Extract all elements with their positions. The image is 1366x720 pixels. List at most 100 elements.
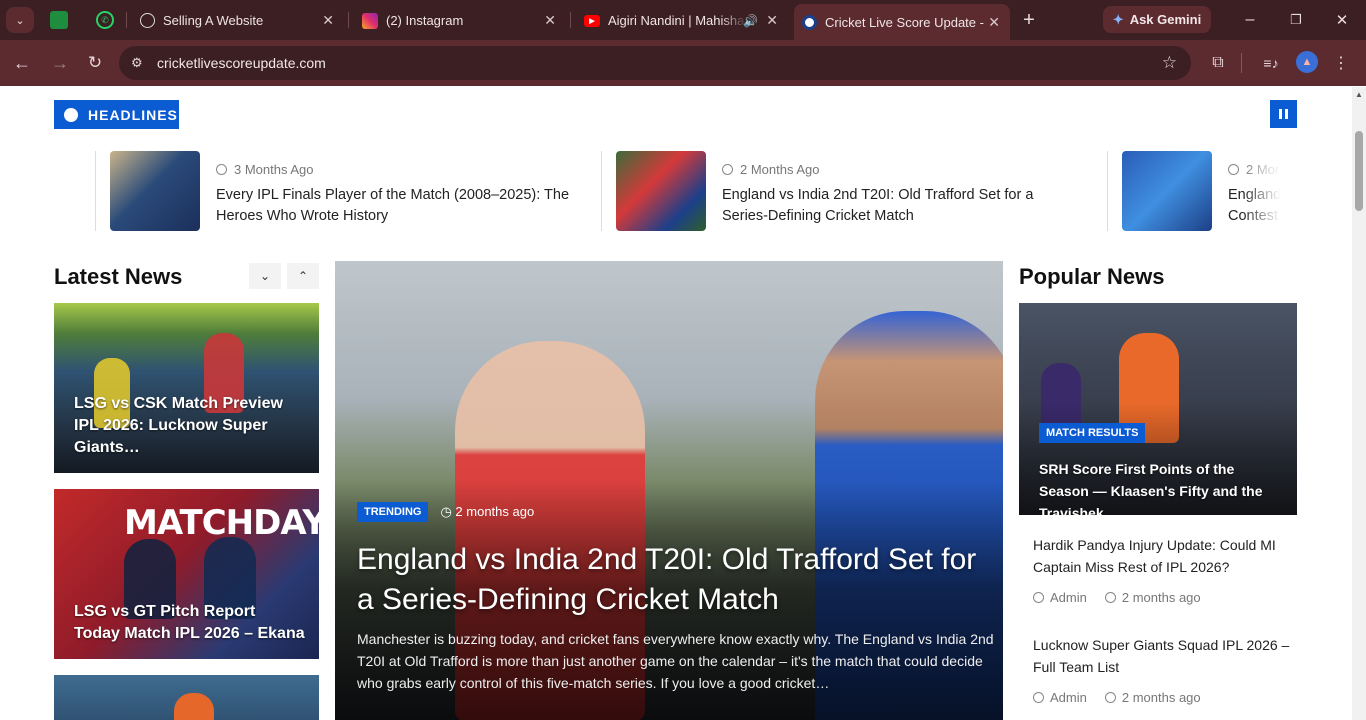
ticker-title[interactable]: Every IPL Finals Player of the Match (20… xyxy=(216,185,571,227)
url-text: cricketlivescoreupdate.com xyxy=(157,55,326,71)
scroll-up-arrow-icon[interactable]: ▲ xyxy=(1355,90,1363,99)
ticker-item[interactable]: 2 Mont England Contest a xyxy=(1122,151,1297,231)
ticker-time: 2 Months Ago xyxy=(740,162,820,177)
tab-cricket-live-score[interactable]: Cricket Live Score Update - ✕ xyxy=(794,4,1010,40)
latest-news-card[interactable] xyxy=(54,675,319,720)
back-arrow-icon[interactable]: ← xyxy=(10,51,34,75)
forward-arrow-icon[interactable]: → xyxy=(48,51,72,75)
ticker-time: 2 Mont xyxy=(1246,162,1286,177)
ticker-thumbnail xyxy=(1122,151,1212,231)
popular-item-meta: Admin 2 months ago xyxy=(1033,690,1293,705)
ticker-meta: 3 Months Ago xyxy=(216,162,571,177)
site-info-icon[interactable]: ⚙ xyxy=(131,55,143,71)
popular-item-author[interactable]: Admin xyxy=(1050,690,1087,705)
ticker-divider xyxy=(601,151,602,231)
popular-item-meta: Admin 2 months ago xyxy=(1033,590,1293,605)
featured-article[interactable]: TRENDING ◷ 2 months ago England vs India… xyxy=(335,261,1003,720)
popular-item-time: 2 months ago xyxy=(1121,590,1201,605)
user-icon xyxy=(1033,692,1044,703)
headlines-text: HEADLINES xyxy=(88,106,178,123)
youtube-icon: ▶ xyxy=(584,14,600,27)
bookmark-star-icon[interactable]: ☆ xyxy=(1162,53,1177,73)
clock-icon xyxy=(1104,592,1116,603)
tab-youtube[interactable]: ▶ Aigiri Nandini | Mahishasura 🔊 ✕ xyxy=(576,7,788,34)
tab-selling-website[interactable]: Selling A Website ✕ xyxy=(132,7,344,34)
popular-feature-card[interactable]: MATCH RESULTS SRH Score First Points of … xyxy=(1019,303,1297,515)
address-bar[interactable]: ⚙ cricketlivescoreupdate.com ☆ xyxy=(119,46,1191,80)
gemini-sparkle-icon: ✦ xyxy=(1112,11,1124,27)
ticker-thumbnail xyxy=(110,151,200,231)
page-scrollbar[interactable]: ▲ xyxy=(1352,87,1366,720)
close-icon[interactable]: ✕ xyxy=(544,12,556,29)
close-icon[interactable]: ✕ xyxy=(322,12,334,29)
toolbar-divider xyxy=(1241,53,1242,73)
latest-news-title[interactable]: LSG vs CSK Match Preview IPL 2026: Luckn… xyxy=(74,393,305,459)
ask-gemini-button[interactable]: ✦ Ask Gemini xyxy=(1103,6,1211,33)
tab-divider xyxy=(348,12,349,28)
browser-toolbar: ← → ↻ ⚙ cricketlivescoreupdate.com ☆ ⧉ ≡… xyxy=(0,40,1366,86)
close-icon[interactable]: ✕ xyxy=(988,14,1000,31)
latest-news-heading: Latest News xyxy=(54,264,183,289)
close-window-button[interactable]: ✕ xyxy=(1330,8,1354,32)
latest-news-card[interactable]: MATCHDAY LSG vs GT Pitch Report Today Ma… xyxy=(54,489,319,659)
ticker-title[interactable]: England Contest a xyxy=(1228,185,1288,231)
ticker-item[interactable]: 3 Months Ago Every IPL Finals Player of … xyxy=(110,151,571,231)
headlines-label: HEADLINES xyxy=(54,100,179,129)
new-tab-button[interactable]: + xyxy=(1018,8,1040,32)
extensions-icon[interactable]: ⧉ xyxy=(1206,51,1230,75)
tab-instagram[interactable]: (2) Instagram ✕ xyxy=(354,7,566,34)
minimize-button[interactable]: – xyxy=(1238,8,1262,32)
tab-divider xyxy=(570,12,571,28)
player-figure xyxy=(174,693,214,720)
ticker-meta: 2 Mont xyxy=(1228,162,1288,177)
clock-icon xyxy=(216,164,227,175)
ticker-divider xyxy=(95,151,96,231)
ticker-item[interactable]: 2 Months Ago England vs India 2nd T20I: … xyxy=(616,151,1077,231)
site-icon xyxy=(802,14,817,30)
reload-icon[interactable]: ↻ xyxy=(83,51,107,75)
hero-meta: TRENDING ◷ 2 months ago xyxy=(357,502,534,522)
pinned-tab-whatsapp[interactable]: ✆ xyxy=(96,11,114,29)
popular-list-item[interactable]: Hardik Pandya Injury Update: Could MI Ca… xyxy=(1033,534,1293,605)
scroll-up-button[interactable]: ⌃ xyxy=(287,263,319,289)
clock-icon xyxy=(1104,692,1116,703)
globe-icon xyxy=(64,107,78,122)
match-results-badge[interactable]: MATCH RESULTS xyxy=(1039,423,1146,443)
media-controls-icon[interactable]: ≡♪ xyxy=(1259,51,1283,75)
restore-button[interactable]: ❐ xyxy=(1284,8,1308,32)
trending-badge[interactable]: TRENDING xyxy=(357,502,429,522)
gemini-label: Ask Gemini xyxy=(1129,12,1202,27)
chatgpt-icon xyxy=(140,13,155,28)
pinned-tab-sheets[interactable] xyxy=(50,11,68,29)
close-icon[interactable]: ✕ xyxy=(766,12,778,29)
scroll-down-button[interactable]: ⌄ xyxy=(249,263,281,289)
ticker-thumbnail xyxy=(616,151,706,231)
instagram-icon xyxy=(362,12,378,29)
menu-kebab-icon[interactable]: ⋮ xyxy=(1329,51,1353,75)
popular-list-item[interactable]: Lucknow Super Giants Squad IPL 2026 – Fu… xyxy=(1033,634,1293,705)
ticker-title[interactable]: England vs India 2nd T20I: Old Trafford … xyxy=(722,185,1077,227)
speaker-icon[interactable]: 🔊 xyxy=(743,14,758,28)
popular-item-title[interactable]: Hardik Pandya Injury Update: Could MI Ca… xyxy=(1033,534,1293,578)
ticker-time: 3 Months Ago xyxy=(234,162,314,177)
ticker-pause-button[interactable] xyxy=(1270,100,1297,128)
tab-search-button[interactable]: ⌄ xyxy=(6,7,34,33)
web-page: HEADLINES 3 Months Ago Every IPL Finals … xyxy=(0,87,1352,720)
popular-news-heading: Popular News xyxy=(1019,264,1165,289)
popular-item-title[interactable]: Lucknow Super Giants Squad IPL 2026 – Fu… xyxy=(1033,634,1293,678)
latest-news-title[interactable]: LSG vs GT Pitch Report Today Match IPL 2… xyxy=(74,601,305,645)
clock-icon xyxy=(722,164,733,175)
popular-feature-title[interactable]: SRH Score First Points of the Season — K… xyxy=(1039,458,1283,515)
scrollbar-thumb[interactable] xyxy=(1355,131,1363,211)
popular-item-time: 2 months ago xyxy=(1121,690,1201,705)
avatar[interactable]: ▲ xyxy=(1296,51,1318,73)
browser-tab-strip: ⌄ ✆ Selling A Website ✕ (2) Instagram ✕ … xyxy=(0,0,1366,40)
tab-title: (2) Instagram xyxy=(386,13,464,28)
user-icon xyxy=(1033,592,1044,603)
tab-title: Aigiri Nandini | Mahishasura xyxy=(608,13,748,28)
hero-title[interactable]: England vs India 2nd T20I: Old Trafford … xyxy=(357,540,977,620)
latest-news-card[interactable]: LSG vs CSK Match Preview IPL 2026: Luckn… xyxy=(54,303,319,473)
tab-title: Cricket Live Score Update - xyxy=(825,14,984,30)
tab-divider xyxy=(126,12,127,28)
popular-item-author[interactable]: Admin xyxy=(1050,590,1087,605)
